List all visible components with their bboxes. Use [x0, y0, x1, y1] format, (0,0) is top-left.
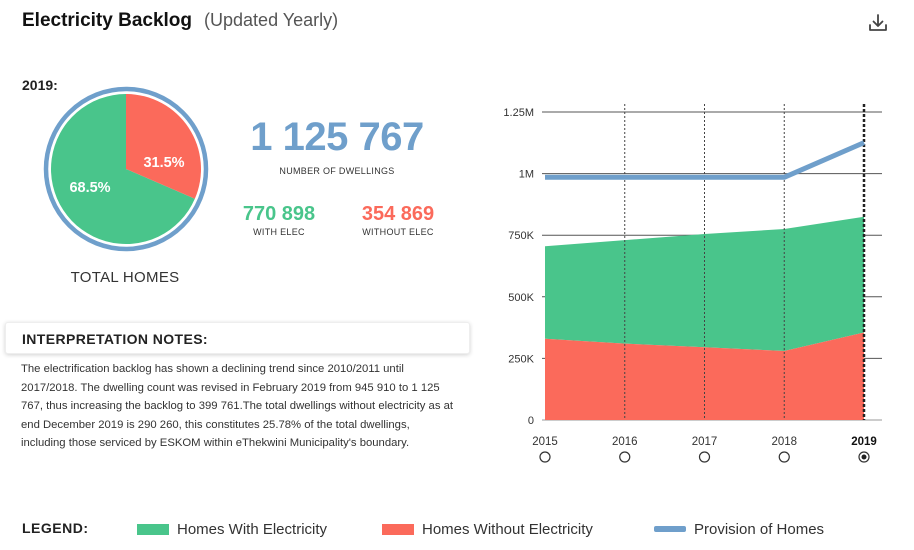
chart-svg: 0250K500K750K1M1.25M 2015 2016 2017 2018 201…	[503, 104, 882, 463]
area-chart: 0 250K 500K 750K 1M 1.25M 2015 2016 2017 2018 201…	[490, 96, 900, 478]
legend-item-provision[interactable]: Provision of Homes	[654, 518, 824, 540]
y-tick-label: 750K	[508, 230, 534, 242]
notes-text: The electrification backlog has shown a …	[21, 363, 454, 449]
without-elec-caption: WITHOUT ELEC	[362, 227, 434, 237]
legend-swatch-without-elec	[382, 523, 414, 535]
chart-y-ticks: 0 250K 500K 750K 1M 1.25M	[503, 107, 534, 427]
y-tick-label: 1M	[519, 169, 534, 181]
x-tick-label: 2017	[692, 436, 718, 448]
x-tick-label: 2019	[851, 436, 877, 448]
legend-label-with-elec: Homes With Electricity	[177, 520, 328, 538]
pie-label-without-elec: 31.5%	[143, 155, 184, 171]
dwellings-caption: NUMBER OF DWELLINGS	[279, 166, 395, 176]
dwellings-count: 1 125 767	[250, 115, 424, 159]
without-elec-stat: 354 869 WITHOUT ELEC	[344, 203, 452, 237]
legend-swatch-with-elec	[137, 523, 169, 535]
pie-label-with-elec: 68.5%	[69, 180, 110, 196]
year-radio-selected-dot	[861, 454, 867, 460]
year-radio[interactable]	[778, 451, 790, 463]
download-icon[interactable]	[866, 12, 890, 34]
year-radio[interactable]	[698, 451, 711, 463]
y-tick-label: 0	[528, 415, 534, 427]
legend-title: LEGEND:	[22, 520, 89, 536]
year-radio[interactable]	[539, 451, 551, 463]
without-elec-value: 354 869	[361, 203, 435, 225]
page-title: Electricity Backlog	[22, 10, 193, 31]
y-tick-label: 500K	[508, 292, 534, 304]
with-elec-value: 770 898	[242, 203, 316, 225]
legend-label-provision: Provision of Homes	[694, 520, 825, 538]
y-tick-label: 1.25M	[503, 107, 534, 119]
chart-x-ticks: 2015 2016 2017 2018 2019	[532, 436, 877, 448]
x-tick-label: 2018	[771, 436, 797, 448]
chart-year-selectors	[539, 451, 870, 463]
legend-item-with-elec[interactable]: Homes With Electricity	[137, 518, 327, 540]
pie-chart: 68.5% 31.5%	[42, 85, 210, 253]
legend-item-without-elec[interactable]: Homes Without Electricity	[382, 518, 593, 540]
x-tick-label: 2016	[612, 436, 638, 448]
notes-title: INTERPRETATION NOTES:	[22, 331, 208, 347]
year-radio[interactable]	[619, 451, 631, 463]
pie-svg: 68.5% 31.5%	[43, 86, 209, 252]
pie-caption: TOTAL HOMES	[70, 269, 180, 286]
legend-swatch-provision	[654, 526, 686, 532]
header: Electricity Backlog (Updated Yearly)	[22, 10, 338, 36]
with-elec-stat: 770 898 WITH ELEC	[225, 203, 333, 237]
legend: LEGEND: Homes With Electricity Homes Wit…	[22, 518, 902, 540]
with-elec-caption: WITH ELEC	[253, 227, 305, 237]
page-subtitle: (Updated Yearly)	[204, 10, 339, 30]
notes-header-box: INTERPRETATION NOTES:	[5, 322, 470, 354]
y-tick-label: 250K	[508, 353, 534, 365]
legend-label-without-elec: Homes Without Electricity	[422, 520, 593, 538]
x-tick-label: 2015	[532, 436, 558, 448]
